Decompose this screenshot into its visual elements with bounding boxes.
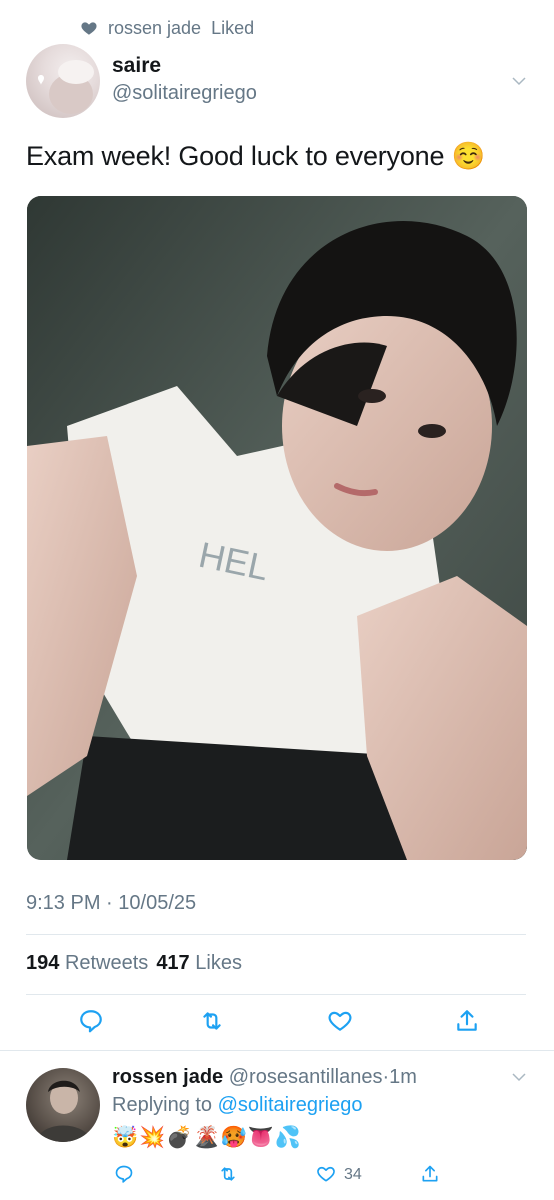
heart-icon xyxy=(81,22,97,35)
author-handle[interactable]: @solitairegriego xyxy=(112,82,257,105)
tweet-time: 9:13 PM xyxy=(26,892,101,914)
share-icon[interactable] xyxy=(420,1164,440,1184)
replying-prefix: Replying to xyxy=(112,1094,213,1116)
retweets-stat[interactable]: 194 Retweets xyxy=(26,952,148,975)
reply-header: rossen jade @rosesantillanes·1m xyxy=(112,1066,417,1089)
likes-label: Likes xyxy=(195,952,242,974)
timestamp-separator: · xyxy=(106,892,113,914)
author-display-name[interactable]: saire xyxy=(112,54,161,78)
reply-icon[interactable] xyxy=(114,1164,134,1184)
tweet-date: 10/05/25 xyxy=(118,892,197,914)
divider xyxy=(26,934,526,935)
context-actor[interactable]: rossen jade xyxy=(108,18,201,39)
social-context: rossen jade Liked xyxy=(80,16,254,40)
tweet-photo[interactable]: HEL xyxy=(27,196,527,860)
reply-display-name[interactable]: rossen jade xyxy=(112,1066,223,1088)
like-icon[interactable] xyxy=(316,1164,336,1184)
chevron-down-icon[interactable] xyxy=(510,1068,528,1086)
reply-icon[interactable] xyxy=(78,1008,104,1034)
replying-to-handle[interactable]: @solitairegriego xyxy=(218,1094,363,1116)
chevron-down-icon[interactable] xyxy=(510,72,528,90)
replying-to: Replying to @solitairegriego xyxy=(112,1094,362,1117)
tweet-text: Exam week! Good luck to everyone ☺️ xyxy=(26,141,486,171)
retweet-icon[interactable] xyxy=(199,1008,225,1034)
tweet-timestamp[interactable]: 9:13 PM · 10/05/25 xyxy=(26,892,196,915)
share-icon[interactable] xyxy=(454,1008,480,1034)
likes-stat[interactable]: 417 Likes xyxy=(156,952,242,975)
retweets-count: 194 xyxy=(26,952,60,974)
reply-likes-count: 34 xyxy=(344,1166,362,1183)
reply-text: 🤯💥💣🌋🥵👅💦 xyxy=(112,1126,303,1149)
reply-author-avatar[interactable] xyxy=(26,1068,100,1142)
reply-handle[interactable]: @rosesantillanes xyxy=(229,1066,383,1088)
divider xyxy=(26,994,526,995)
reply-age: 1m xyxy=(389,1066,417,1088)
like-icon[interactable] xyxy=(327,1008,353,1034)
context-action: Liked xyxy=(211,17,255,38)
divider xyxy=(0,1050,554,1051)
likes-count: 417 xyxy=(156,952,190,974)
retweets-label: Retweets xyxy=(64,952,149,974)
tweet-stats: 194 Retweets 417 Likes xyxy=(26,952,242,975)
retweet-icon[interactable] xyxy=(218,1164,238,1184)
author-avatar[interactable] xyxy=(26,44,100,118)
